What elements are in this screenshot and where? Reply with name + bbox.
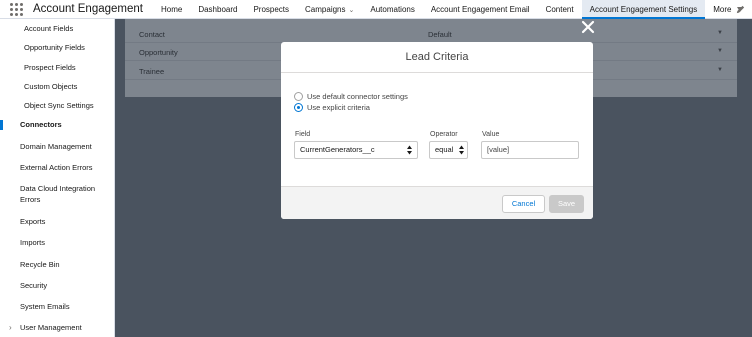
radio-label: Use default connector settings: [307, 92, 408, 101]
value-input[interactable]: [value]: [481, 141, 579, 159]
sidebar-item-data-cloud-integration[interactable]: Data Cloud Integration: [0, 184, 115, 194]
radio-button-selected[interactable]: [294, 103, 303, 112]
radio-button[interactable]: [294, 92, 303, 101]
table-cell-object: Opportunity: [139, 48, 178, 57]
sidebar-item-account-fields[interactable]: Account Fields: [0, 24, 115, 34]
nav-item-automations[interactable]: Automations: [362, 0, 422, 19]
sidebar-item-imports[interactable]: Imports: [0, 238, 115, 248]
modal-footer: Cancel Save: [281, 186, 593, 219]
nav-item-content[interactable]: Content: [538, 0, 582, 19]
sidebar-item-user-management[interactable]: › User Management: [0, 323, 115, 333]
nav-item-prospects[interactable]: Prospects: [245, 0, 297, 19]
nav-item-account-engagement-email[interactable]: Account Engagement Email: [423, 0, 538, 19]
radio-label: Use explicit criteria: [307, 103, 370, 112]
sidebar-item-label: User Management: [20, 323, 82, 332]
sidebar-item-domain-management[interactable]: Domain Management: [0, 142, 115, 152]
cancel-button[interactable]: Cancel: [502, 195, 545, 213]
nav-item-label: More: [713, 4, 732, 14]
nav-item-campaigns[interactable]: Campaigns ⌄: [297, 0, 362, 19]
chevron-right-icon[interactable]: ›: [9, 323, 12, 333]
operator-select[interactable]: equal: [429, 141, 468, 159]
table-cell-object: Contact: [139, 30, 165, 39]
sidebar-item-prospect-fields[interactable]: Prospect Fields: [0, 63, 115, 73]
sidebar-item-exports[interactable]: Exports: [0, 217, 115, 227]
table-cell-value: Default: [428, 30, 452, 39]
radio-default-connector-settings[interactable]: Use default connector settings: [294, 92, 408, 101]
modal-title: Lead Criteria: [281, 42, 593, 73]
sidebar-item-object-sync-settings[interactable]: Object Sync Settings: [0, 101, 115, 111]
dropdown-caret-icon: ▼: [717, 30, 723, 36]
sidebar-item-data-cloud-integration-errors[interactable]: Errors: [0, 195, 115, 205]
table-cell-object: Trainee: [139, 67, 165, 76]
nav-item-home[interactable]: Home: [153, 0, 190, 19]
sidebar-item-external-action-errors[interactable]: External Action Errors: [0, 163, 115, 173]
sidebar-item-opportunity-fields[interactable]: Opportunity Fields: [0, 43, 115, 53]
operator-label: Operator: [430, 131, 458, 138]
field-select[interactable]: CurrentGenerators__c: [294, 141, 418, 159]
dropdown-caret-icon: ▼: [717, 48, 723, 54]
table-row: Contact Default ▼: [125, 25, 737, 43]
select-arrows-icon: [407, 145, 412, 155]
chevron-down-icon[interactable]: ⌄: [349, 7, 355, 14]
nav-item-label: Campaigns: [305, 4, 346, 14]
field-select-value: CurrentGenerators__c: [300, 145, 375, 154]
nav-item-account-engagement-settings[interactable]: Account Engagement Settings: [581, 0, 706, 19]
value-label: Value: [482, 131, 500, 138]
sidebar-item-custom-objects[interactable]: Custom Objects: [0, 82, 115, 92]
operator-select-value: equal: [435, 145, 454, 154]
lead-criteria-modal: Lead Criteria Use default connector sett…: [281, 42, 593, 219]
radio-explicit-criteria[interactable]: Use explicit criteria: [294, 103, 370, 112]
save-button[interactable]: Save: [549, 195, 584, 213]
app-launcher-icon[interactable]: [10, 2, 24, 16]
select-arrows-icon: [459, 145, 464, 155]
sidebar-item-system-emails[interactable]: System Emails: [0, 302, 115, 312]
nav-item-dashboard[interactable]: Dashboard: [190, 0, 245, 19]
app-name: Account Engagement: [33, 3, 143, 15]
global-nav-bar: Account Engagement Home Dashboard Prospe…: [0, 0, 752, 19]
settings-sidebar: Account Fields Opportunity Fields Prospe…: [0, 19, 115, 337]
close-icon[interactable]: [580, 19, 596, 35]
sidebar-item-security[interactable]: Security: [0, 281, 115, 291]
sidebar-item-recycle-bin[interactable]: Recycle Bin: [0, 260, 115, 270]
sidebar-item-connectors[interactable]: Connectors: [0, 120, 115, 130]
edit-pencil-icon[interactable]: [735, 4, 746, 15]
field-label: Field: [295, 131, 311, 138]
dropdown-caret-icon: ▼: [717, 67, 723, 73]
